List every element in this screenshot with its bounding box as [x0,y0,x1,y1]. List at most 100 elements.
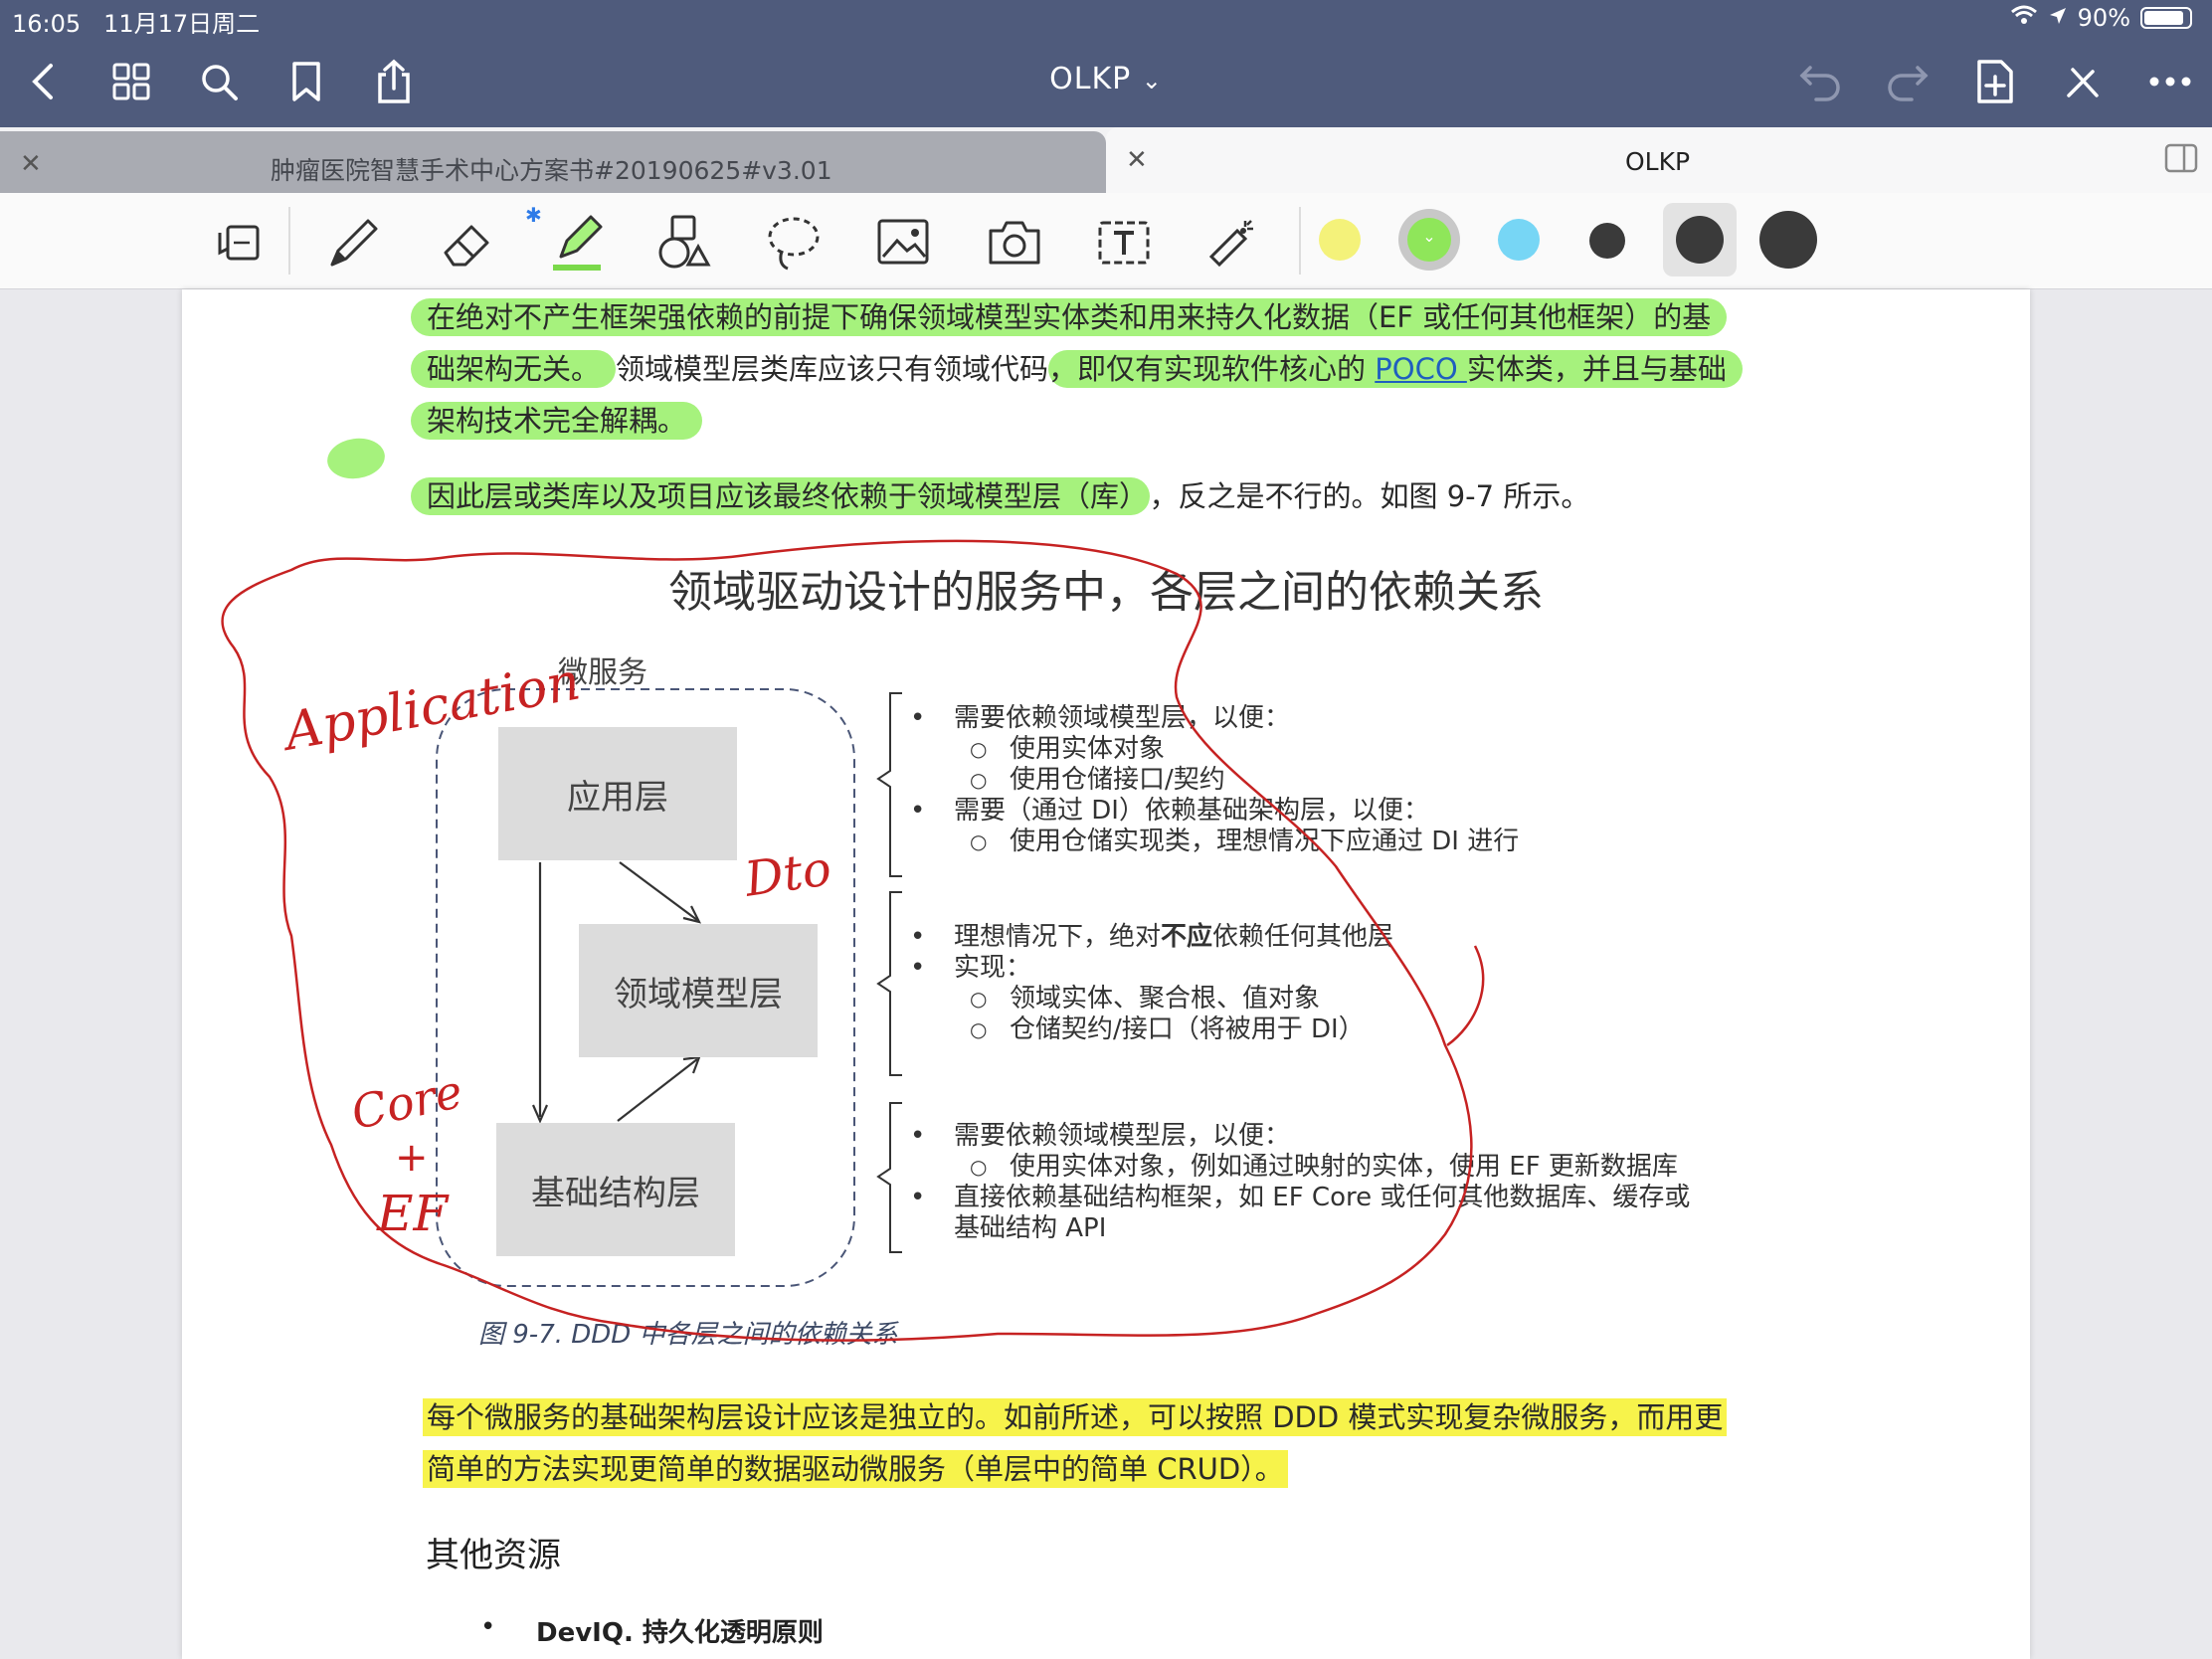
highlighted-text: 架构技术完全解耦。 [411,402,703,440]
split-view-icon[interactable] [2164,143,2198,177]
box-label: 应用层 [567,777,668,818]
highlighter-tool[interactable]: ✱ [525,203,609,275]
color-swatch-green-selected[interactable]: ⌄ [1398,209,1460,271]
highlighted-text: 实体类，并且与基础 [1466,352,1727,386]
diagram-title: 领域驱动设计的服务中，各层之间的依赖关系 [668,567,1544,618]
box-label: 领域模型层 [614,974,783,1014]
top-bar: 16:05 11月17日周二 90% OLKP ⌄ [0,0,2212,127]
eraser-icon [444,225,489,267]
status-time: 16:05 11月17日周二 [12,4,260,39]
toolbar-divider [288,207,290,275]
color-swatch-blue[interactable] [1498,219,1540,261]
page-view-tool[interactable] [207,211,271,275]
paragraph-3-line-2: 简单的方法实现更简单的数据驱动微服务（单层中的简单 CRUD）。 [423,1449,1288,1489]
bluetooth-icon: ✱ [525,203,542,227]
text-icon [1098,221,1150,265]
bullet-continuation: 基础结构 API [954,1213,1107,1243]
bullet-item: 直接依赖基础结构框架，如 EF Core 或任何其他数据库、缓存或 [910,1183,1690,1213]
domain-layer-box: 领域模型层 [579,924,818,1057]
undo-icon [1799,66,1840,101]
close-icon[interactable]: ✕ [1126,145,1148,175]
bullet-subitem: 仓储契约/接口（将被用于 DI） [910,1014,1393,1045]
handwriting-dto: Dto [741,840,835,908]
image-tool[interactable] [871,211,935,275]
pen-tool[interactable] [322,211,386,275]
document-title[interactable]: OLKP ⌄ [0,62,2212,96]
bullet-text: 依赖任何其他层 [1212,922,1394,952]
checkmark-icon: ⌄ [1422,227,1436,246]
lasso-icon [768,217,820,271]
bullet-subitem: 使用实体对象，例如通过映射的实体，使用 EF 更新数据库 [910,1152,1690,1183]
highlighted-text: ，即仅有实现软件核心的 [1048,352,1376,386]
battery-percent: 90% [2077,4,2130,32]
camera-icon [989,221,1040,265]
color-swatch-yellow[interactable] [1319,219,1361,261]
bullet-text: 理想情况下，绝对 [954,922,1162,952]
application-layer-box: 应用层 [498,727,737,860]
eraser-tool[interactable] [434,211,497,275]
paragraph-1-line-1: 在绝对不产生框架强依赖的前提下确保领域模型实体类和用来持久化数据（EF 或任何其… [411,297,1728,337]
highlighted-text: 简单的方法实现更简单的数据驱动微服务（单层中的简单 CRUD）。 [423,1450,1288,1488]
bullet-group-domain: 理想情况下，绝对不应依赖任何其他层 实现： 领域实体、聚合根、值对象 仓储契约/… [910,922,1393,1045]
body-text: ，反之是不行的。如图 9-7 所示。 [1149,479,1590,513]
paragraph-3-line-1: 每个微服务的基础架构层设计应该是独立的。如前所述，可以按照 DDD 模式实现复杂… [423,1397,1728,1437]
undo-button[interactable] [1796,58,1844,105]
paragraph-2: 因此层或类库以及项目应该最终依赖于领域模型层（库） ，反之是不行的。如图 9-7 … [411,476,1589,516]
highlighted-text: 因此层或类库以及项目应该最终依赖于领域模型层（库） [411,477,1150,515]
stroke-size-medium-selected[interactable] [1663,203,1737,276]
highlighter-dot [324,435,388,482]
resource-bullet: • [480,1612,496,1642]
wifi-icon [2010,4,2038,32]
bullet-item: 需要（通过 DI）依赖基础架构层，以便： [910,796,1519,827]
add-page-button[interactable] [1971,58,2019,105]
bullet-subitem: 使用实体对象 [910,734,1519,765]
close-icon[interactable]: ✕ [20,149,42,179]
tab-label: OLKP [1625,147,1691,176]
status-date: 11月17日周二 [103,10,261,38]
highlighted-text: 础架构无关。 [411,350,617,388]
pen-icon [330,219,378,267]
lasso-tool[interactable] [762,211,826,275]
bullet-item: 实现： [910,953,1393,984]
document-title-text: OLKP [1049,62,1132,96]
edit-mode-button[interactable] [2059,58,2107,105]
laser-pointer-icon [1208,220,1253,268]
paragraph-1-line-3: 架构技术完全解耦。 [411,401,703,441]
bullet-subitem: 使用仓储实现类，理想情况下应通过 DI 进行 [910,827,1519,857]
shapes-icon [658,215,711,269]
bullet-group-application: 需要依赖领域模型层，以便： 使用实体对象 使用仓储接口/契约 需要（通过 DI）… [910,703,1519,857]
image-icon [877,219,929,265]
battery-icon [2140,7,2192,29]
infrastructure-layer-box: 基础结构层 [496,1123,735,1256]
camera-tool[interactable] [983,211,1046,275]
paragraph-1-line-2: 础架构无关。 领域模型层类库应该只有领域代码，即仅有实现软件核心的 POCO 实体… [411,349,1743,389]
highlighter-icon [553,215,603,271]
poco-link[interactable]: POCO [1375,352,1467,386]
stroke-size-large[interactable] [1759,211,1817,269]
bullet-item: 需要依赖领域模型层，以便： [910,1121,1690,1152]
highlighted-text: 在绝对不产生框架强依赖的前提下确保领域模型实体类和用来持久化数据（EF 或任何其… [411,298,1728,336]
tab-document-1[interactable]: ✕ 肿瘤医院智慧手术中心方案书#20190625#v3.01 [0,131,1106,193]
bullet-bold-text: 不应 [1161,922,1213,952]
tab-document-2[interactable]: ✕ OLKP [1106,127,2212,193]
pencil-off-icon [2067,68,2099,97]
section-heading: 其他资源 [426,1536,561,1575]
tab-bar: ✕ 肿瘤医院智慧手术中心方案书#20190625#v3.01 ✕ OLKP [0,127,2212,193]
toolbar-divider [1299,207,1301,275]
bullet-subitem: 领域实体、聚合根、值对象 [910,984,1393,1014]
document-page[interactable]: 在绝对不产生框架强依赖的前提下确保领域模型实体类和用来持久化数据（EF 或任何其… [182,289,2030,1659]
resource-link[interactable]: DevIQ. 持久化透明原则 [536,1612,824,1649]
redo-button[interactable] [1884,58,1932,105]
laser-pointer-tool[interactable] [1199,211,1263,275]
shapes-tool[interactable] [652,211,716,275]
more-icon [2149,77,2191,87]
bullet-item: 理想情况下，绝对不应依赖任何其他层 [910,922,1393,953]
box-label: 基础结构层 [531,1173,700,1213]
page-view-icon [218,225,260,261]
color-swatch-black[interactable] [1589,223,1625,259]
more-button[interactable] [2146,58,2194,105]
bullet-subitem: 使用仓储接口/契约 [910,765,1519,796]
text-tool[interactable] [1092,211,1156,275]
tab-label: 肿瘤医院智慧手术中心方案书#20190625#v3.01 [271,156,832,185]
figure-caption: 图 9-7. DDD 中各层之间的依赖关系 [478,1320,898,1350]
